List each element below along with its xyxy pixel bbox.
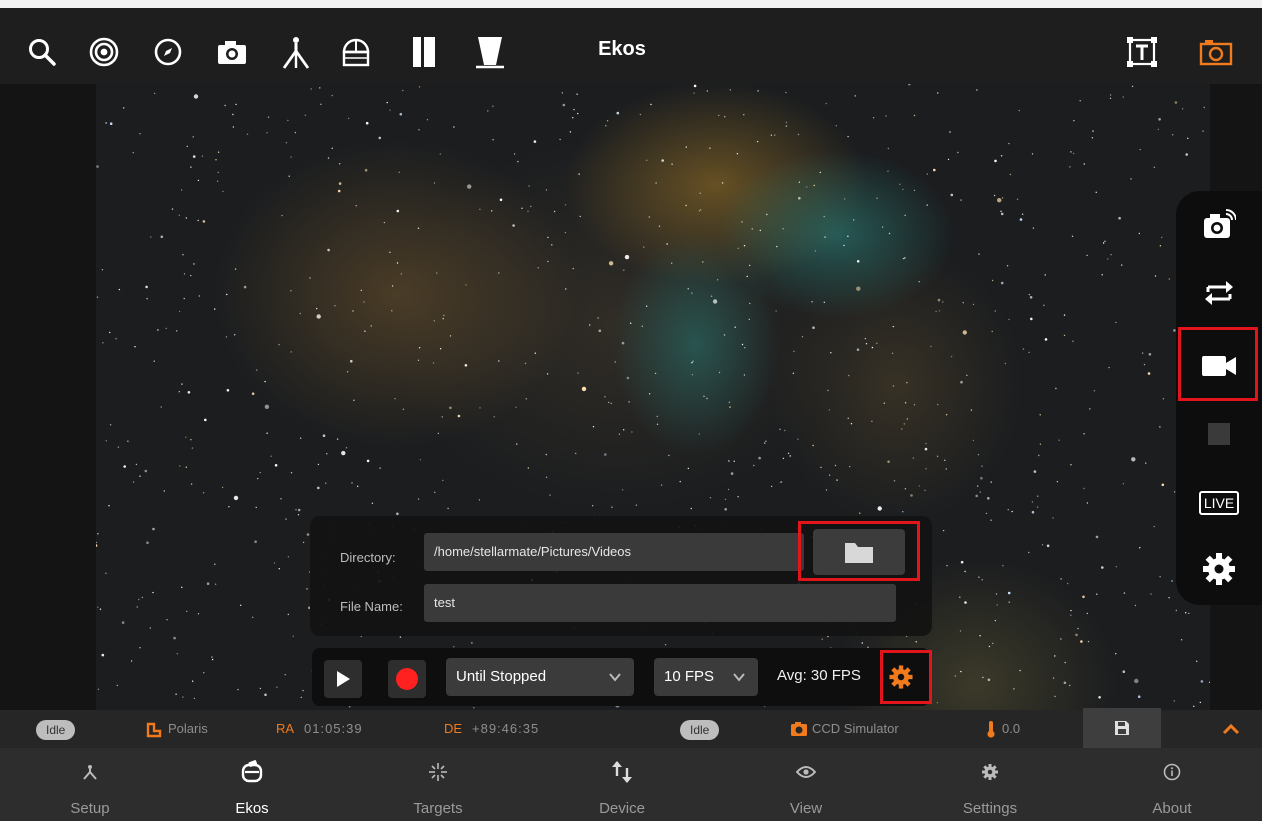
record-button[interactable]	[388, 660, 426, 698]
fps-value: 10 FPS	[664, 668, 715, 685]
nav-label: Settings	[962, 800, 1018, 817]
record-control-bar: Until Stopped 10 FPS Avg: 30 FPS	[312, 648, 930, 706]
camera-status-badge: Idle	[680, 720, 720, 740]
ekos-icon	[162, 760, 342, 784]
thermometer-icon	[987, 721, 995, 738]
nav-label: Device	[599, 800, 645, 817]
camera-name: CCD Simulator	[812, 721, 899, 736]
de-value: +89:46:35	[472, 721, 540, 736]
remote-capture-icon[interactable]	[1176, 195, 1262, 255]
nav-item-view[interactable]: View	[716, 748, 896, 821]
temperature-value: 0.0	[1002, 721, 1021, 736]
chevron-up-icon[interactable]	[1222, 722, 1240, 736]
status-bar: Idle Polaris RA 01:05:39 DE +89:46:35 Id…	[0, 710, 1262, 748]
duration-select[interactable]: Until Stopped	[446, 658, 634, 696]
nav-item-about[interactable]: About	[1082, 748, 1262, 821]
nav-item-targets[interactable]: Targets	[348, 748, 528, 821]
record-icon	[396, 668, 418, 690]
nav-label: Ekos	[235, 800, 269, 817]
target-icon[interactable]	[84, 32, 124, 72]
mount-target: Polaris	[168, 721, 208, 736]
chevron-down-icon	[733, 673, 745, 682]
highlight-video-button	[1178, 327, 1258, 401]
directory-label: Directory:	[340, 550, 396, 565]
camera-icon[interactable]	[212, 32, 252, 72]
app-title: Ekos	[598, 38, 646, 60]
live-label: LIVE	[1198, 491, 1240, 515]
fps-select[interactable]: 10 FPS	[654, 658, 758, 696]
device-icon	[532, 760, 712, 784]
ra-label: RA	[276, 721, 295, 736]
nav-item-device[interactable]: Device	[532, 748, 712, 821]
capture-frame-icon[interactable]	[1196, 32, 1236, 72]
compass-icon[interactable]	[148, 32, 188, 72]
setup-icon	[0, 760, 180, 784]
flat-panel-icon[interactable]	[470, 32, 510, 72]
tripod-icon[interactable]	[276, 32, 316, 72]
filter-icon[interactable]	[404, 32, 444, 72]
play-button[interactable]	[324, 660, 362, 698]
nav-label: About	[1152, 800, 1192, 817]
duration-value: Until Stopped	[456, 668, 547, 685]
settings-gear-icon[interactable]	[1176, 539, 1262, 599]
text-overlay-icon[interactable]	[1122, 32, 1162, 72]
nav-label: View	[789, 800, 823, 817]
save-button[interactable]	[1083, 708, 1161, 748]
targets-icon	[348, 760, 528, 784]
directory-field[interactable]: /home/stellarmate/Pictures/Videos	[424, 533, 804, 571]
nav-item-setup[interactable]: Setup	[0, 748, 180, 821]
dome-icon[interactable]	[336, 32, 376, 72]
ccd-camera-icon	[791, 722, 807, 736]
save-icon	[1115, 721, 1129, 735]
nav-item-ekos[interactable]: Ekos	[162, 748, 342, 821]
stop-icon[interactable]	[1176, 404, 1262, 464]
gear-icon	[900, 760, 1080, 784]
loop-icon[interactable]	[1176, 263, 1262, 323]
avg-fps-readout: Avg: 30 FPS	[777, 667, 861, 684]
nav-item-settings[interactable]: Settings	[900, 748, 1080, 821]
nav-label: Setup	[70, 800, 110, 817]
filename-field[interactable]: test	[424, 584, 896, 622]
play-icon	[337, 671, 350, 687]
bottom-navigation: Setup Ekos Targets Device View Settings	[0, 748, 1262, 821]
de-label: DE	[444, 721, 463, 736]
highlight-folder-button	[798, 521, 920, 581]
eye-icon	[716, 760, 896, 784]
mount-status-badge: Idle	[36, 720, 76, 740]
ra-value: 01:05:39	[304, 721, 363, 736]
highlight-settings-gear	[880, 650, 932, 704]
top-toolbar: Ekos	[0, 0, 1262, 84]
search-icon[interactable]	[22, 32, 62, 72]
mount-icon	[146, 722, 162, 738]
canvas-left-margin	[0, 84, 96, 710]
live-icon[interactable]: LIVE	[1176, 473, 1262, 533]
nav-label: Targets	[413, 800, 463, 817]
filename-label: File Name:	[340, 599, 403, 614]
info-icon	[1082, 760, 1262, 784]
chevron-down-icon	[609, 673, 621, 682]
